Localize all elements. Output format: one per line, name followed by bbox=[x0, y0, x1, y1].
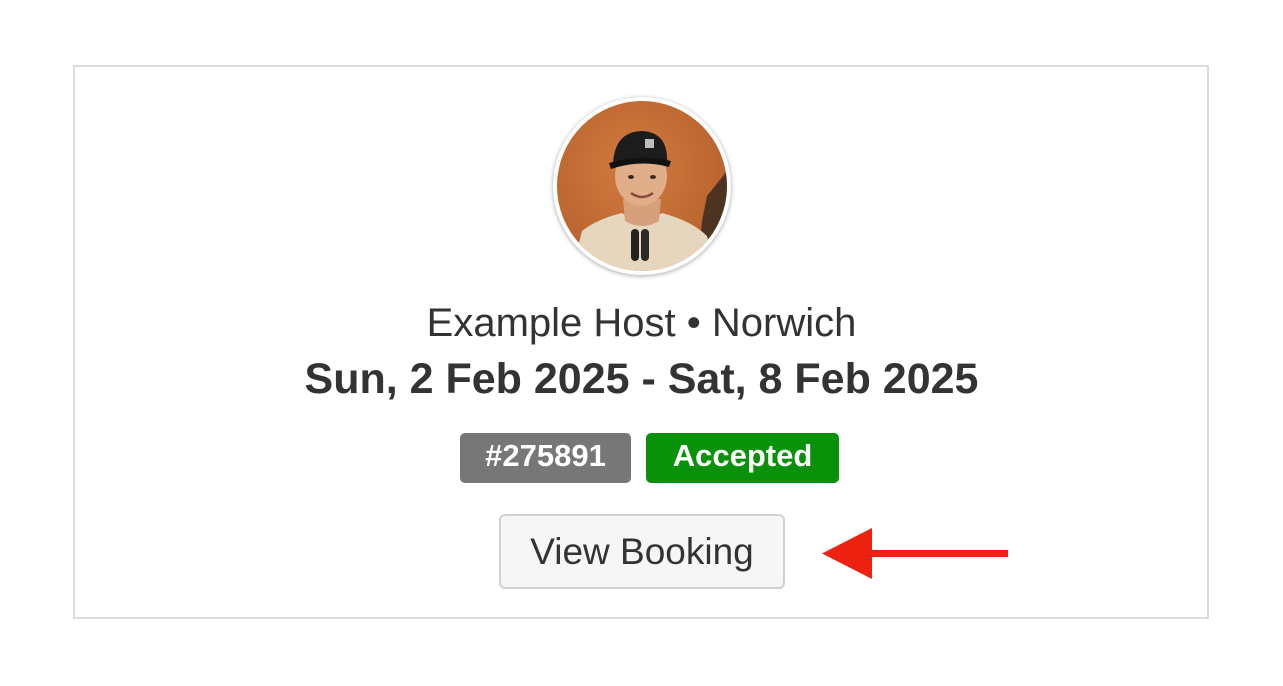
booking-dates: Sun, 2 Feb 2025 - Sat, 8 Feb 2025 bbox=[304, 355, 979, 403]
host-avatar-image bbox=[557, 101, 727, 271]
status-badge: Accepted bbox=[646, 433, 839, 483]
booking-id-badge: #275891 bbox=[460, 433, 631, 483]
red-arrow-left-icon bbox=[822, 528, 1008, 579]
host-avatar bbox=[553, 97, 731, 275]
view-booking-button[interactable]: View Booking bbox=[499, 514, 785, 589]
host-name-location: Example Host • Norwich bbox=[426, 301, 857, 345]
